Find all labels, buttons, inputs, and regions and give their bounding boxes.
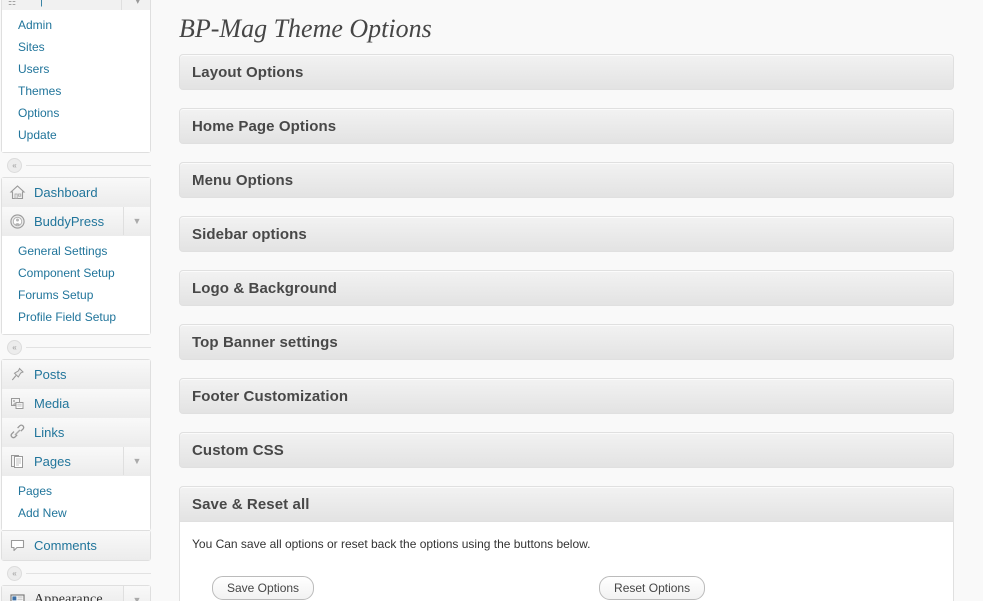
- sidebar-item-component-setup[interactable]: Component Setup: [2, 262, 150, 284]
- panel-save-reset-all: Save & Reset all You Can save all option…: [179, 486, 954, 601]
- sidebar-item-profile-field-setup[interactable]: Profile Field Setup: [2, 306, 150, 328]
- comments-menu-block: Comments: [1, 530, 151, 561]
- network-admin-submenu: Admin Sites Users Themes Options Update: [2, 10, 150, 152]
- chevron-down-icon[interactable]: ▼: [123, 447, 150, 475]
- save-reset-button-row: Save Options Reset Options: [192, 576, 941, 600]
- admin-page: ☷ | ▾ Admin Sites Users Themes Options U…: [0, 0, 983, 601]
- panel-header-save-reset-all[interactable]: Save & Reset all: [179, 486, 954, 522]
- sidebar-item-label: Media: [34, 395, 70, 411]
- sidebar-item-options[interactable]: Options: [2, 102, 150, 124]
- chevron-down-icon[interactable]: ▼: [123, 207, 150, 235]
- link-icon: [9, 424, 26, 441]
- sidebar-item-buddypress[interactable]: BuddyPress ▼: [2, 207, 150, 236]
- sidebar-item-label: Links: [34, 424, 65, 440]
- sidebar-item-links[interactable]: Links: [2, 418, 150, 447]
- panel-header-logo-background[interactable]: Logo & Background: [179, 270, 954, 306]
- sidebar-item-pages-list[interactable]: Pages: [2, 480, 150, 502]
- pages-icon: [9, 453, 26, 470]
- separator-line: [26, 346, 151, 348]
- menu-separator-3: «: [1, 561, 151, 585]
- sidebar-item-forums-setup[interactable]: Forums Setup: [2, 284, 150, 306]
- sidebar-item-posts[interactable]: Posts: [2, 360, 150, 389]
- sidebar-item-label: BuddyPress: [34, 213, 105, 229]
- panel-menu-options: Menu Options: [179, 162, 954, 198]
- panel-header-sidebar-options[interactable]: Sidebar options: [179, 216, 954, 252]
- network-icon: ☷: [8, 0, 17, 7]
- sidebar-item-pages[interactable]: Pages ▼: [2, 447, 150, 476]
- dashboard-buddypress-block: Dashboard BuddyPress ▼ General Settings …: [1, 177, 151, 335]
- sidebar-item-appearance[interactable]: Appearance ▼: [2, 586, 150, 601]
- chevron-down-icon: ▾: [135, 0, 140, 6]
- buddypress-submenu: General Settings Component Setup Forums …: [2, 236, 150, 334]
- menu-separator-2: «: [1, 335, 151, 359]
- sidebar-item-label: Dashboard: [34, 184, 98, 200]
- sidebar-item-themes-network[interactable]: Themes: [2, 80, 150, 102]
- panel-header-custom-css[interactable]: Custom CSS: [179, 432, 954, 468]
- panel-home-page-options: Home Page Options: [179, 108, 954, 144]
- sidebar-item-add-new-page[interactable]: Add New: [2, 502, 150, 524]
- panel-header-top-banner-settings[interactable]: Top Banner settings: [179, 324, 954, 360]
- network-admin-submenu-block: Admin Sites Users Themes Options Update: [1, 10, 151, 153]
- pages-submenu: Pages Add New: [2, 476, 150, 530]
- panel-body-save-reset-all: You Can save all options or reset back t…: [179, 522, 954, 601]
- sidebar-item-users[interactable]: Users: [2, 58, 150, 80]
- collapse-menu-button[interactable]: «: [7, 565, 22, 581]
- sidebar-item-general-settings[interactable]: General Settings: [2, 240, 150, 262]
- sidebar-item-dashboard[interactable]: Dashboard: [2, 178, 150, 207]
- buddypress-icon: [9, 213, 26, 230]
- save-options-button[interactable]: Save Options: [212, 576, 315, 600]
- menu-separator-1: «: [1, 153, 151, 177]
- admin-sidebar: ☷ | ▾ Admin Sites Users Themes Options U…: [0, 0, 160, 601]
- sidebar-item-media[interactable]: Media: [2, 389, 150, 418]
- panel-layout-options: Layout Options: [179, 54, 954, 90]
- panel-header-menu-options[interactable]: Menu Options: [179, 162, 954, 198]
- sidebar-item-label: Posts: [34, 366, 67, 382]
- sidebar-item-label: Appearance: [34, 592, 103, 601]
- panel-header-footer-customization[interactable]: Footer Customization: [179, 378, 954, 414]
- network-admin-menu-header-stub: ☷ | ▾: [1, 0, 151, 10]
- appearance-menu-block: Appearance ▼ Themes: [1, 585, 151, 601]
- stub-divider: [121, 0, 122, 10]
- sidebar-item-label: Pages: [34, 453, 71, 469]
- network-label-stub: |: [40, 0, 43, 7]
- home-icon: [9, 184, 26, 201]
- separator-line: [26, 572, 151, 574]
- panel-header-home-page-options[interactable]: Home Page Options: [179, 108, 954, 144]
- media-icon: [9, 395, 26, 412]
- panel-logo-background: Logo & Background: [179, 270, 954, 306]
- sidebar-item-admin[interactable]: Admin: [2, 14, 150, 36]
- save-reset-description: You Can save all options or reset back t…: [192, 537, 591, 551]
- sidebar-item-label: Comments: [34, 538, 97, 553]
- panel-top-banner-settings: Top Banner settings: [179, 324, 954, 360]
- appearance-icon: [9, 592, 26, 601]
- panel-footer-customization: Footer Customization: [179, 378, 954, 414]
- chevron-down-icon[interactable]: ▼: [123, 586, 150, 601]
- sidebar-item-sites[interactable]: Sites: [2, 36, 150, 58]
- reset-options-button[interactable]: Reset Options: [599, 576, 706, 600]
- content-menu-block: Posts Media Links Pages ▼ Pages Add New: [1, 359, 151, 531]
- main-content: BP-Mag Theme Options Layout Options Home…: [160, 0, 983, 601]
- separator-line: [26, 164, 151, 166]
- panel-sidebar-options: Sidebar options: [179, 216, 954, 252]
- panel-header-layout-options[interactable]: Layout Options: [179, 54, 954, 90]
- panel-custom-css: Custom CSS: [179, 432, 954, 468]
- collapse-menu-button[interactable]: «: [7, 157, 22, 173]
- theme-options-accordion: Layout Options Home Page Options Menu Op…: [179, 54, 954, 601]
- page-title: BP-Mag Theme Options: [179, 14, 432, 43]
- sidebar-item-update[interactable]: Update: [2, 124, 150, 146]
- collapse-menu-button[interactable]: «: [7, 339, 22, 355]
- comment-icon: [9, 537, 26, 554]
- sidebar-item-comments[interactable]: Comments: [2, 531, 150, 560]
- pin-icon: [9, 366, 26, 383]
